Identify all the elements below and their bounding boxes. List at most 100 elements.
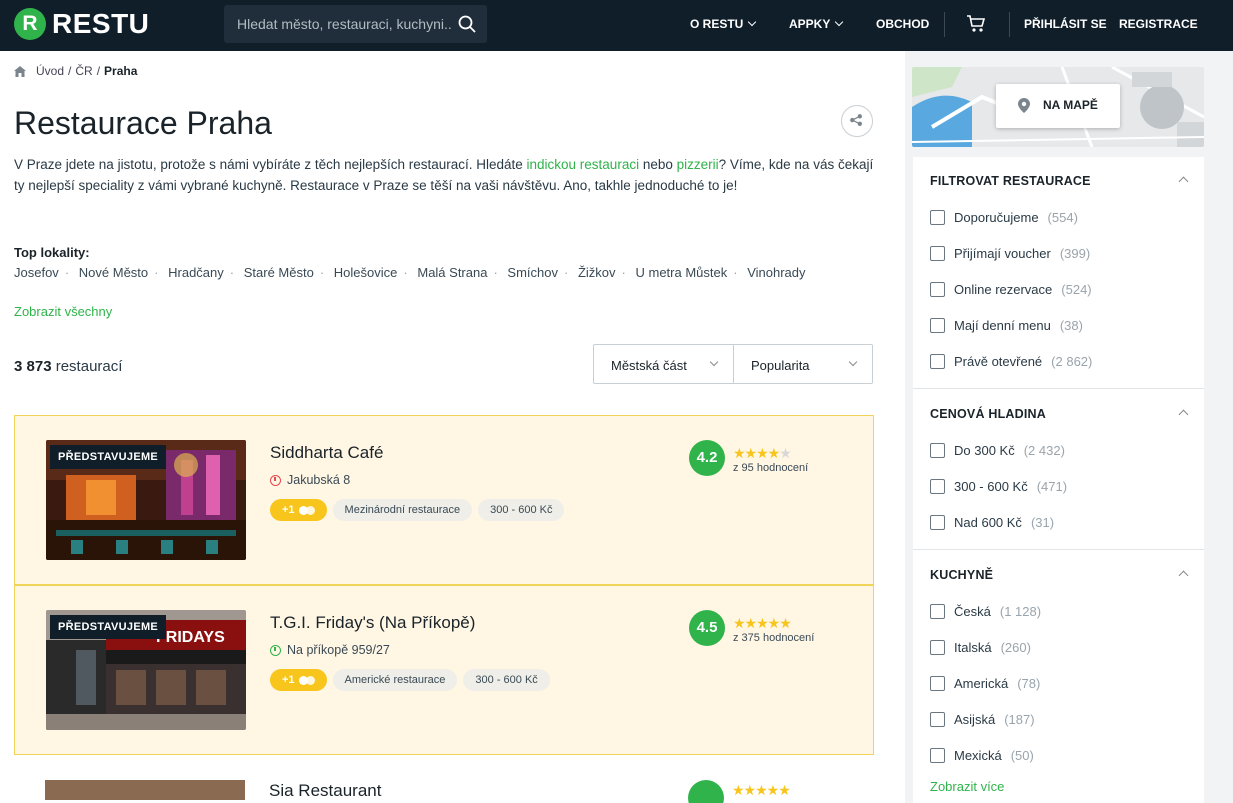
featured-badge: PŘEDSTAVUJEME	[50, 615, 167, 639]
rating-score: 4.5	[689, 610, 725, 646]
price-tag: 300 - 600 Kč	[478, 499, 565, 521]
rating-score: 4.2	[689, 440, 725, 476]
review-count: z 375 hodnocení	[733, 632, 815, 644]
sort-controls: Městská část Popularita	[593, 344, 873, 384]
open-clock-icon	[270, 644, 281, 656]
restaurant-address: Jakubská 8	[270, 473, 350, 487]
checkbox[interactable]	[930, 604, 945, 619]
featured-badge: PŘEDSTAVUJEME	[50, 445, 167, 469]
restaurant-name[interactable]: T.G.I. Friday's (Na Příkopě)	[270, 613, 475, 633]
cart-icon[interactable]	[966, 14, 986, 34]
star-rating: ★★★★★	[733, 445, 792, 462]
results-count: 3 873 restaurací	[14, 358, 123, 375]
restaurant-photo[interactable]: PŘEDSTAVUJEME	[46, 440, 246, 560]
register-link[interactable]: REGISTRACE	[1119, 17, 1198, 31]
locality-link[interactable]: Nové Město	[79, 265, 148, 280]
locality-link[interactable]: Vinohrady	[747, 265, 805, 280]
star-empty-icon: ★	[779, 445, 792, 461]
filter-voucher[interactable]: Přijímají voucher (399)	[930, 246, 1090, 261]
restaurant-tags: +1 Mezinárodní restaurace 300 - 600 Kč	[270, 499, 565, 521]
show-all-localities-link[interactable]: Zobrazit všechny	[14, 304, 112, 319]
filter-cuisine-american[interactable]: Americká (78)	[930, 676, 1040, 691]
checkbox[interactable]	[930, 748, 945, 763]
nav-appky[interactable]: APPKY	[789, 17, 844, 31]
filter-price-low[interactable]: Do 300 Kč (2 432)	[930, 443, 1065, 458]
svg-text:FRIDAYS: FRIDAYS	[156, 629, 225, 646]
show-more-cuisines-link[interactable]: Zobrazit více	[930, 779, 1004, 794]
filter-section-cuisine: KUCHYNĚ Česká (1 128) Italská (260) Americ…	[913, 550, 1204, 803]
page-title: Restaurace Praha	[14, 105, 272, 141]
filter-open-now[interactable]: Právě otevřené (2 862)	[930, 354, 1092, 369]
checkbox[interactable]	[930, 712, 945, 727]
filter-cuisine-mexican[interactable]: Mexická (50)	[930, 748, 1034, 763]
restaurant-name[interactable]: Siddharta Café	[270, 443, 383, 463]
share-button[interactable]	[841, 105, 873, 137]
filter-section-price: CENOVÁ HLADINA Do 300 Kč (2 432) 300 - 60…	[913, 389, 1204, 550]
filter-daily-menu[interactable]: Mají denní menu (38)	[930, 318, 1083, 333]
locality-link[interactable]: Josefov	[14, 265, 59, 280]
main-content: Úvod / ČR / Praha Restaurace Praha V Pra…	[0, 51, 905, 803]
restaurant-card[interactable]: FRIDAYS PŘEDSTAVUJEME T.G.I. Friday's (N…	[14, 585, 874, 755]
chevron-down-icon	[748, 17, 757, 27]
nav-obchod[interactable]: OBCHOD	[876, 17, 929, 31]
checkbox[interactable]	[930, 318, 945, 333]
restu-logo[interactable]: R RESTU	[14, 8, 149, 40]
home-icon[interactable]	[14, 65, 26, 77]
breadcrumb-separator: /	[96, 64, 101, 78]
locality-link[interactable]: U metra Můstek	[636, 265, 728, 280]
locality-link[interactable]: Malá Strana	[417, 265, 487, 280]
filter-section-title[interactable]: FILTROVAT RESTAURACE	[930, 174, 1091, 188]
checkbox[interactable]	[930, 479, 945, 494]
search-icon[interactable]	[457, 14, 477, 34]
filter-section-title[interactable]: CENOVÁ HLADINA	[930, 407, 1046, 421]
chevron-up-icon[interactable]	[1178, 176, 1189, 187]
restaurant-photo[interactable]	[45, 780, 245, 800]
show-on-map-button[interactable]: NA MAPĚ	[996, 84, 1120, 128]
filter-recommended[interactable]: Doporučujeme (554)	[930, 210, 1078, 225]
breadcrumb-country[interactable]: ČR	[75, 64, 92, 78]
checkbox[interactable]	[930, 640, 945, 655]
chevron-down-icon	[848, 357, 858, 367]
locality-link[interactable]: Žižkov	[578, 265, 616, 280]
breadcrumb-home[interactable]: Úvod	[36, 64, 64, 78]
star-icon: ★★★★★	[733, 615, 792, 631]
cuisine-tag: Mezinárodní restaurace	[332, 499, 473, 521]
top-navbar: R RESTU Hledat město, restauraci, kuchyn…	[0, 0, 1233, 51]
checkbox[interactable]	[930, 210, 945, 225]
restaurant-photo[interactable]: FRIDAYS PŘEDSTAVUJEME	[46, 610, 246, 730]
checkbox[interactable]	[930, 354, 945, 369]
checkbox[interactable]	[930, 676, 945, 691]
filter-cuisine-italian[interactable]: Italská (260)	[930, 640, 1031, 655]
chevron-up-icon[interactable]	[1178, 570, 1189, 581]
filter-section-title[interactable]: KUCHYNĚ	[930, 568, 993, 582]
chevron-down-icon	[835, 17, 844, 27]
voucher-badge: +1	[270, 499, 327, 521]
filter-cuisine-asian[interactable]: Asijská (187)	[930, 712, 1035, 727]
sort-order-dropdown[interactable]: Popularita	[733, 345, 872, 383]
checkbox[interactable]	[930, 282, 945, 297]
breadcrumb: Úvod / ČR / Praha	[14, 64, 137, 78]
map-preview[interactable]: NA MAPĚ	[912, 67, 1204, 147]
login-link[interactable]: PŘIHLÁSIT SE	[1024, 17, 1107, 31]
locality-link[interactable]: Hradčany	[168, 265, 224, 280]
restaurant-name[interactable]: Sia Restaurant	[269, 781, 381, 801]
filter-cuisine-czech[interactable]: Česká (1 128)	[930, 604, 1041, 619]
pizzeria-link[interactable]: pizzerii	[677, 157, 719, 172]
filter-online-reservation[interactable]: Online rezervace (524)	[930, 282, 1092, 297]
locality-link[interactable]: Holešovice	[334, 265, 398, 280]
restaurant-card[interactable]: PŘEDSTAVUJEME Siddharta Café Jakubská 8 …	[14, 415, 874, 585]
locality-link[interactable]: Smíchov	[507, 265, 558, 280]
nav-divider	[944, 12, 945, 37]
locality-link[interactable]: Staré Město	[244, 265, 314, 280]
indian-restaurant-link[interactable]: indickou restauraci	[527, 157, 640, 172]
restaurant-card[interactable]: Sia Restaurant ★★★★★	[14, 778, 874, 803]
filter-price-mid[interactable]: 300 - 600 Kč (471)	[930, 479, 1067, 494]
district-dropdown[interactable]: Městská část	[594, 345, 733, 383]
search-input[interactable]: Hledat město, restauraci, kuchyni..	[224, 5, 487, 43]
checkbox[interactable]	[930, 246, 945, 261]
chevron-up-icon[interactable]	[1178, 409, 1189, 420]
nav-o-restu[interactable]: O RESTU	[690, 17, 757, 31]
filter-price-high[interactable]: Nad 600 Kč (31)	[930, 515, 1054, 530]
checkbox[interactable]	[930, 515, 945, 530]
checkbox[interactable]	[930, 443, 945, 458]
